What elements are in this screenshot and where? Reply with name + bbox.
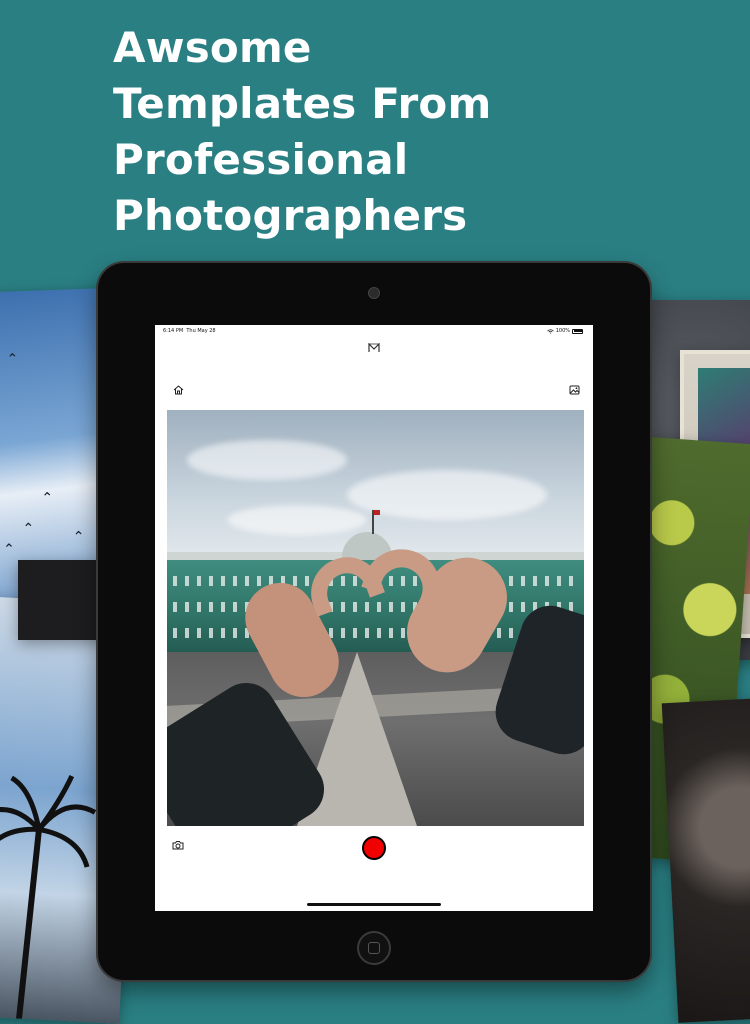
- bird-shape: ⌃: [22, 520, 35, 538]
- device-home-button[interactable]: [357, 931, 391, 965]
- home-indicator[interactable]: [307, 903, 441, 906]
- gallery-icon: [569, 385, 579, 395]
- front-camera: [368, 287, 380, 299]
- flag-shape: [372, 510, 380, 534]
- home-icon: [173, 385, 183, 395]
- bird-shape: ⌃: [6, 351, 19, 368]
- gallery-button[interactable]: [567, 383, 581, 397]
- headline-line-2: Templates From: [113, 79, 492, 128]
- collage-photo-dark-portrait: [661, 697, 750, 1023]
- camera-icon: [172, 841, 184, 850]
- camera-preview-photo: [167, 410, 584, 826]
- bird-shape: ⌃: [72, 529, 85, 546]
- battery-icon: [572, 328, 583, 334]
- status-time-date: 6:14 PM Thu May 28: [163, 328, 216, 334]
- status-time: 6:14 PM: [163, 328, 184, 334]
- headline: Awsome Templates From Professional Photo…: [113, 20, 673, 244]
- bird-shape: ⌃: [2, 541, 16, 558]
- record-button[interactable]: [362, 836, 386, 860]
- cloud-shape: [187, 440, 347, 480]
- window-row: [173, 602, 578, 612]
- battery-percent: 100%: [555, 328, 570, 334]
- app-screen: 6:14 PM Thu May 28 100%: [155, 325, 593, 911]
- headline-line-1: Awsome: [113, 23, 312, 72]
- headline-line-3: Professional: [113, 135, 409, 184]
- status-date: Thu May 28: [186, 328, 216, 334]
- cloud-shape: [227, 505, 367, 535]
- ipad-device: 6:14 PM Thu May 28 100%: [98, 263, 650, 980]
- status-indicators: 100%: [546, 328, 583, 334]
- bird-shape: ⌃: [41, 490, 54, 507]
- headline-line-4: Photographers: [113, 191, 468, 240]
- wifi-icon: [546, 328, 554, 334]
- switch-camera-button[interactable]: [171, 838, 185, 852]
- app-logo-icon: [368, 343, 380, 352]
- home-button[interactable]: [171, 383, 185, 397]
- status-bar: 6:14 PM Thu May 28 100%: [155, 325, 593, 337]
